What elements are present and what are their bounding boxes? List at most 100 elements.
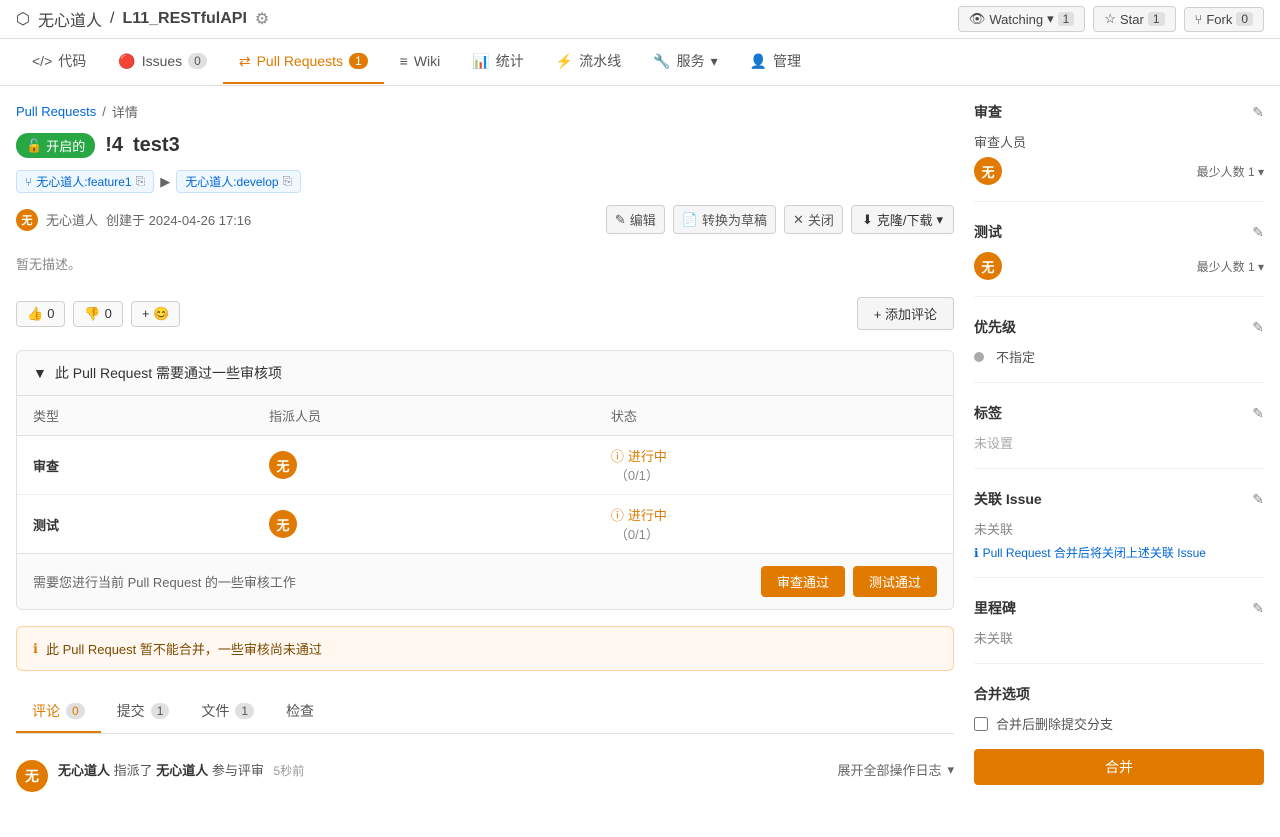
thumbs-down-button[interactable]: 👎 0 xyxy=(73,301,122,327)
reactions-bar: 👍 0 👎 0 + 😊 + 添加评论 xyxy=(16,297,954,330)
open-icon: 🔓 xyxy=(26,138,42,154)
review-assignee-audit: 无 xyxy=(253,436,595,495)
nav-tabs: </> 代码 🔴 Issues 0 ⇄ Pull Requests 1 ≡ Wi… xyxy=(0,39,1280,86)
priority-dot xyxy=(974,352,984,362)
sidebar-issue-header: 关联 Issue ✎ xyxy=(974,489,1264,509)
edit-labels-icon[interactable]: ✎ xyxy=(1252,405,1264,422)
watch-dropdown-icon[interactable]: ▾ xyxy=(1047,11,1054,27)
pr-title-row: 🔓 开启的 !4 test3 xyxy=(16,133,954,158)
draft-button[interactable]: 📄 转换为草稿 xyxy=(673,205,776,234)
test-min-count: 最少人数 1 ▾ xyxy=(1197,258,1264,275)
sidebar-test-header: 测试 ✎ xyxy=(974,222,1264,242)
main-container: Pull Requests / 详情 🔓 开启的 !4 test3 ⑂ 无心道人… xyxy=(0,86,1280,837)
tab-pipeline[interactable]: ⚡ 流水线 xyxy=(540,39,637,85)
reviewer-avatar: 无 xyxy=(974,157,1002,185)
reviewer-label: 审查人员 xyxy=(974,132,1026,151)
pipeline-icon: ⚡ xyxy=(556,53,573,70)
tab-issues[interactable]: 🔴 Issues 0 xyxy=(102,41,223,84)
assignee-avatar-test: 无 xyxy=(269,510,297,538)
tab-manage-label: 管理 xyxy=(773,51,801,71)
repo-title: ⬡ 无心道人 / L11_RESTfulAPI ⚙ xyxy=(16,7,269,31)
pr-author: 无心道人 xyxy=(46,210,98,229)
breadcrumb-parent[interactable]: Pull Requests xyxy=(16,104,96,119)
tab-code[interactable]: </> 代码 xyxy=(16,39,102,85)
tab-files[interactable]: 文件 1 xyxy=(185,691,270,733)
test-pass-button[interactable]: 测试通过 xyxy=(853,566,937,597)
review-status-test: ⓘ 进行中 （0/1） xyxy=(595,495,953,554)
activity-avatar: 无 xyxy=(16,760,48,792)
review-status-audit: ⓘ 进行中 （0/1） xyxy=(595,436,953,495)
repo-owner: 无心道人 xyxy=(38,7,102,31)
tab-checks[interactable]: 检查 xyxy=(270,691,330,733)
target-branch: 无心道人:develop ⎘ xyxy=(176,170,301,193)
issues-badge: 0 xyxy=(188,53,207,69)
thumbs-down-count: 0 xyxy=(105,306,112,321)
pr-status-text: 开启的 xyxy=(46,136,85,155)
expand-log-icon: ▾ xyxy=(947,762,954,778)
activity-action: 指派了 xyxy=(114,763,157,778)
close-button[interactable]: ✕ 关闭 xyxy=(784,205,843,234)
comments-badge: 0 xyxy=(66,703,85,719)
activity-action2: 参与评审 xyxy=(212,763,264,778)
target-branch-text: 无心道人:develop xyxy=(185,173,278,190)
source-branch: ⑂ 无心道人:feature1 ⎘ xyxy=(16,170,154,193)
expand-log-button[interactable]: 展开全部操作日志 ▾ xyxy=(837,760,954,779)
copy-source-icon[interactable]: ⎘ xyxy=(136,174,146,189)
pulls-icon: ⇄ xyxy=(239,53,251,70)
merge-button[interactable]: 合并 xyxy=(974,749,1264,785)
edit-testers-icon[interactable]: ✎ xyxy=(1252,224,1264,241)
add-comment-button[interactable]: + 添加评论 xyxy=(857,297,954,330)
draft-icon: 📄 xyxy=(682,212,698,228)
breadcrumb: Pull Requests / 详情 xyxy=(16,102,954,121)
edit-issue-icon[interactable]: ✎ xyxy=(1252,491,1264,508)
breadcrumb-current: 详情 xyxy=(112,102,138,121)
services-icon: 🔧 xyxy=(653,53,670,70)
delete-branch-checkbox[interactable] xyxy=(974,717,988,731)
add-emoji-button[interactable]: + 😊 xyxy=(131,301,180,327)
source-branch-text: 无心道人:feature1 xyxy=(36,173,131,190)
tab-stats[interactable]: 📊 统计 xyxy=(456,39,539,85)
review-checklist-box: ▼ 此 Pull Request 需要通过一些审核项 类型 指派人员 状态 审查… xyxy=(16,350,954,610)
clone-button[interactable]: ⬇ 克隆/下载 ▾ xyxy=(851,205,954,234)
sidebar-merge-title: 合并选项 xyxy=(974,684,1030,704)
star-label: Star xyxy=(1120,12,1144,27)
delete-branch-option: 合并后删除提交分支 xyxy=(974,714,1264,733)
sidebar-milestone-title: 里程碑 xyxy=(974,598,1016,618)
review-min-chevron[interactable]: ▾ xyxy=(1258,165,1264,179)
approve-button[interactable]: 审查通过 xyxy=(761,566,845,597)
activity-content: 无心道人 指派了 无心道人 参与评审 5秒前 xyxy=(58,760,304,779)
edit-priority-icon[interactable]: ✎ xyxy=(1252,319,1264,336)
thumbs-up-button[interactable]: 👍 0 xyxy=(16,301,65,327)
test-min-chevron[interactable]: ▾ xyxy=(1258,260,1264,274)
tab-wiki[interactable]: ≡ Wiki xyxy=(384,41,457,83)
delete-branch-label: 合并后删除提交分支 xyxy=(996,714,1113,733)
clone-dropdown-icon: ▾ xyxy=(936,212,943,228)
top-bar: ⬡ 无心道人 / L11_RESTfulAPI ⚙ 👁 Watching ▾ 1… xyxy=(0,0,1280,39)
review-min-count: 最少人数 1 ▾ xyxy=(1197,163,1264,180)
edit-button[interactable]: ✎ 编辑 xyxy=(606,205,665,234)
pr-actions-bar: 无 无心道人 创建于 2024-04-26 17:16 ✎ 编辑 📄 转换为草稿… xyxy=(16,205,954,234)
tab-comments[interactable]: 评论 0 xyxy=(16,691,101,733)
sidebar-priority-title: 优先级 xyxy=(974,317,1016,337)
pr-created-at: 创建于 2024-04-26 17:16 xyxy=(106,210,251,229)
thumbs-up-icon: 👍 xyxy=(27,306,43,322)
tab-pulls[interactable]: ⇄ Pull Requests 1 xyxy=(223,41,384,84)
reviewer-row: 审查人员 xyxy=(974,132,1264,151)
watch-button[interactable]: 👁 Watching ▾ 1 xyxy=(958,6,1085,32)
star-button[interactable]: ☆ Star 1 xyxy=(1093,6,1175,32)
tab-commits[interactable]: 提交 1 xyxy=(101,691,186,733)
review-table-header-row: 类型 指派人员 状态 xyxy=(17,396,953,436)
edit-icon: ✎ xyxy=(615,212,626,228)
tab-manage[interactable]: 👤 管理 xyxy=(734,39,817,85)
copy-target-icon[interactable]: ⎘ xyxy=(283,174,293,189)
settings-icon[interactable]: ⚙ xyxy=(255,9,269,29)
review-box-title: 此 Pull Request 需要通过一些审核项 xyxy=(55,363,282,383)
review-box-header[interactable]: ▼ 此 Pull Request 需要通过一些审核项 xyxy=(17,351,953,396)
files-badge: 1 xyxy=(235,703,254,719)
commits-badge: 1 xyxy=(151,703,170,719)
tab-services[interactable]: 🔧 服务 ▾ xyxy=(637,39,733,85)
edit-milestone-icon[interactable]: ✎ xyxy=(1252,600,1264,617)
fork-button[interactable]: ⑂ Fork 0 xyxy=(1184,7,1265,32)
code-icon: </> xyxy=(32,53,52,69)
edit-reviewers-icon[interactable]: ✎ xyxy=(1252,104,1264,121)
